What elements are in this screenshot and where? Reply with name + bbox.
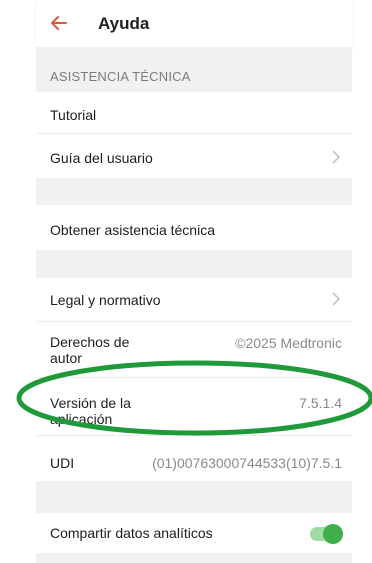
section-spacer (36, 178, 352, 205)
page-title: Ayuda (98, 14, 150, 33)
row-udi-label: UDI (50, 455, 75, 471)
chevron-right-icon (330, 291, 342, 307)
help-screen: Ayuda ASISTENCIA TÉCNICA Tutorial Guía d… (36, 0, 352, 563)
row-legal-label: Legal y normativo (50, 292, 161, 308)
row-tutorial[interactable]: Tutorial (36, 92, 352, 133)
back-arrow-icon[interactable] (48, 12, 70, 34)
row-copyright-value: ©2025 Medtronic (235, 335, 342, 351)
row-tutorial-label: Tutorial (50, 107, 97, 123)
row-user-guide-label: Guía del usuario (50, 150, 153, 166)
app-header: Ayuda (36, 0, 352, 47)
row-version-label-line1: Versión de la (50, 395, 131, 411)
row-copyright-label-line1: Derechos de (50, 334, 130, 350)
section-spacer (36, 481, 352, 513)
bottom-spacer (36, 553, 352, 563)
chevron-right-icon (330, 149, 342, 165)
analytics-toggle[interactable] (310, 524, 343, 544)
row-legal[interactable]: Legal y normativo (36, 278, 352, 321)
section-header: ASISTENCIA TÉCNICA (36, 47, 352, 92)
row-version-value: 7.5.1.4 (299, 395, 342, 411)
row-get-support[interactable]: Obtener asistencia técnica (36, 205, 352, 250)
row-copyright: Derechos de autor ©2025 Medtronic (36, 321, 352, 378)
row-app-version: Versión de la aplicación 7.5.1.4 (36, 377, 352, 436)
toggle-knob (323, 524, 343, 544)
section-spacer (36, 250, 352, 278)
row-udi-value: (01)00763000744533(10)7.5.1 (152, 455, 342, 471)
row-share-analytics: Compartir datos analíticos (36, 513, 352, 553)
row-copyright-label-line2: autor (50, 350, 82, 366)
row-udi: UDI (01)00763000744533(10)7.5.1 (36, 435, 352, 482)
row-get-support-label: Obtener asistencia técnica (50, 222, 215, 238)
section-label-support: ASISTENCIA TÉCNICA (50, 69, 191, 84)
row-user-guide[interactable]: Guía del usuario (36, 133, 352, 179)
row-analytics-label: Compartir datos analíticos (50, 525, 213, 541)
row-version-label-line2: aplicación (50, 411, 113, 427)
